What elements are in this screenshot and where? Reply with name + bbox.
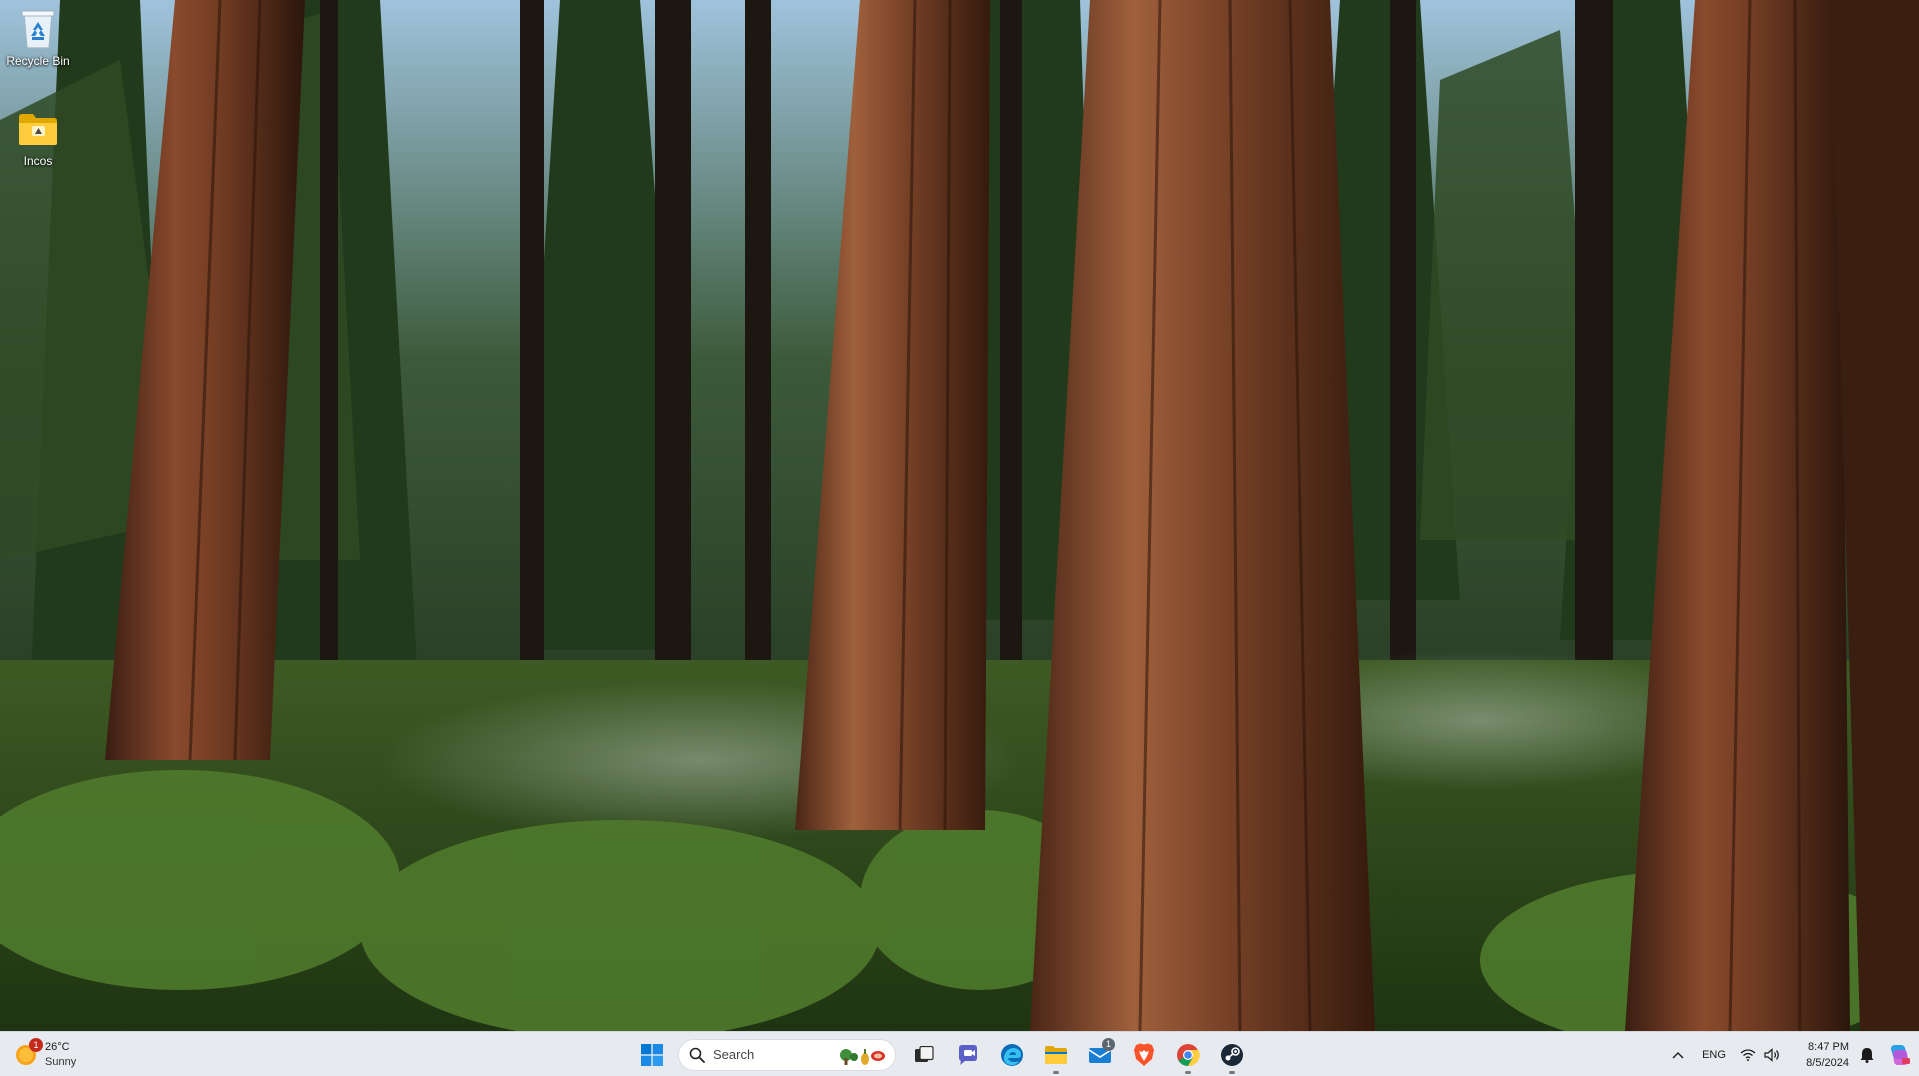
search-icon [689, 1047, 705, 1063]
wifi-icon [1740, 1048, 1756, 1061]
search-highlight-icon [840, 1048, 885, 1065]
task-view-icon [915, 1045, 934, 1062]
brave-icon [1134, 1043, 1154, 1066]
weather-badge: 1 [29, 1038, 43, 1052]
running-indicator [1185, 1070, 1191, 1074]
windows-start-icon [641, 1043, 663, 1066]
desktop-icon-incos[interactable]: Incos [0, 106, 76, 168]
chrome-icon [1177, 1043, 1200, 1066]
running-indicator [1229, 1070, 1235, 1074]
copilot-button[interactable] [1879, 1037, 1919, 1073]
sun-icon: 1 [14, 1038, 43, 1067]
running-indicator [1053, 1070, 1059, 1074]
network-volume-button[interactable] [1733, 1037, 1787, 1073]
search-placeholder: Search [713, 1047, 755, 1062]
start-button[interactable] [631, 1035, 673, 1075]
speaker-icon [1764, 1047, 1779, 1062]
steam-button[interactable] [1211, 1035, 1253, 1075]
folder-icon [1045, 1045, 1067, 1064]
show-hidden-icons-button[interactable] [1661, 1037, 1695, 1073]
weather-temperature: 26°C [45, 1041, 70, 1053]
edge-icon [1001, 1043, 1023, 1066]
mail-button[interactable]: 1 [1079, 1035, 1121, 1075]
desktop-icon-label: Recycle Bin [6, 54, 70, 68]
notifications-button[interactable] [1855, 1037, 1879, 1073]
teams-chat-icon [959, 1044, 977, 1065]
brave-button[interactable] [1123, 1035, 1165, 1075]
folder-icon [15, 106, 61, 152]
clock-date: 8/5/2024 [1806, 1056, 1849, 1069]
bell-icon [1860, 1047, 1874, 1063]
taskbar-center: Search 1 [630, 1032, 1254, 1076]
desktop-icon-label: Incos [23, 154, 53, 168]
search-box[interactable]: Search [678, 1038, 896, 1071]
recycle-bin-icon [15, 6, 61, 52]
weather-condition: Sunny [45, 1056, 77, 1068]
clock[interactable]: 8:47 PM 8/5/2024 [1787, 1037, 1849, 1073]
desktop-icon-recycle-bin[interactable]: Recycle Bin [0, 6, 76, 68]
edge-button[interactable] [991, 1035, 1033, 1075]
copilot-icon [1891, 1044, 1910, 1065]
desktop-wallpaper [0, 0, 1919, 1031]
steam-icon [1221, 1043, 1243, 1066]
chevron-up-icon [1672, 1051, 1684, 1058]
mail-badge: 1 [1102, 1037, 1115, 1051]
clock-time: 8:47 PM [1808, 1040, 1849, 1053]
teams-chat-button[interactable] [947, 1035, 989, 1075]
file-explorer-button[interactable] [1035, 1035, 1077, 1075]
system-tray: ENG 8:47 PM 8/5/2024 [1661, 1032, 1919, 1076]
language-indicator[interactable]: ENG [1695, 1037, 1733, 1073]
chrome-button[interactable] [1167, 1035, 1209, 1075]
taskbar: 1 26°C Sunny Search 1 ENG 8:47 PM 8/5/20… [0, 1031, 1919, 1076]
task-view-button[interactable] [903, 1035, 945, 1075]
weather-widget[interactable]: 1 26°C Sunny [14, 1038, 76, 1072]
forest-wallpaper-image [0, 0, 1919, 1031]
